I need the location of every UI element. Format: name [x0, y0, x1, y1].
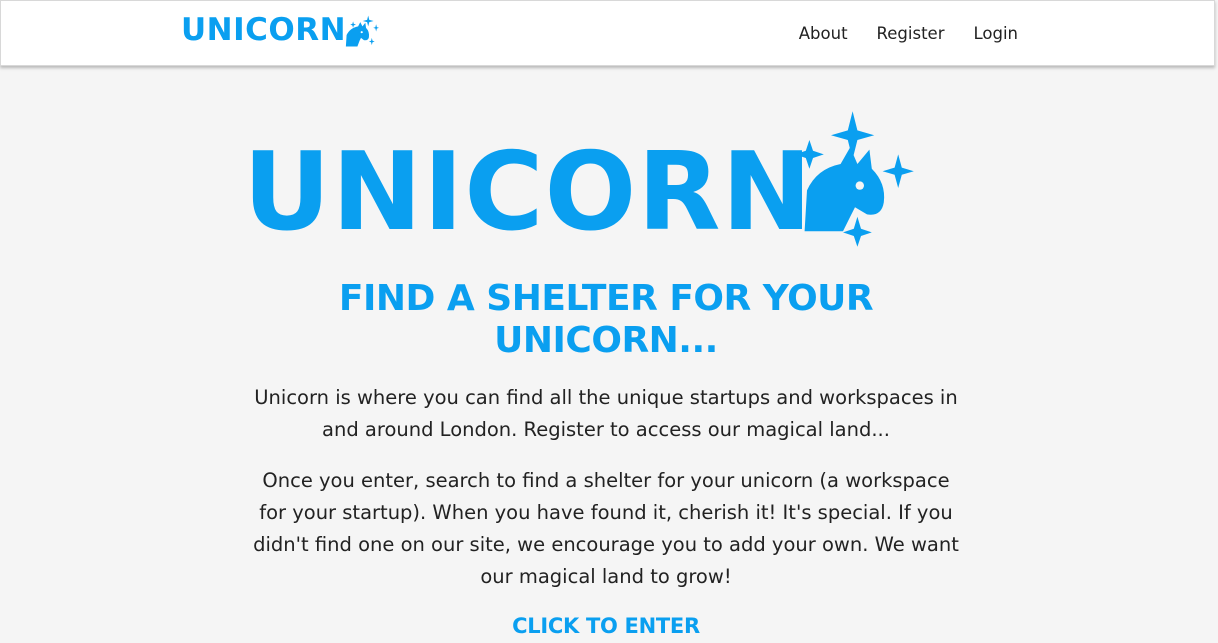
instructions-paragraph: Once you enter, search to find a shelter… — [253, 469, 959, 588]
nav-register-link[interactable]: Register — [877, 24, 945, 43]
intro-paragraph: Unicorn is where you can find all the un… — [254, 386, 958, 441]
brand-home-link[interactable]: UNICORN — [181, 12, 380, 48]
nav-links: About Register Login — [770, 1, 1018, 65]
hero-logo: UNICORN — [243, 111, 915, 253]
brand-name: UNICORN — [181, 12, 347, 48]
main-content: UNICORN FIND A SHELTER FOR YOUR UNICORN.… — [0, 65, 1213, 643]
unicorn-logo-icon — [345, 15, 380, 47]
navbar: UNICORN About Register Login — [0, 0, 1215, 66]
page-headline: FIND A SHELTER FOR YOUR UNICORN... — [338, 278, 874, 361]
hero-title: UNICORN — [243, 130, 813, 255]
nav-login-link[interactable]: Login — [973, 24, 1018, 43]
click-to-enter-link[interactable]: CLICK TO ENTER — [456, 613, 756, 639]
unicorn-head-sparkles-icon — [794, 111, 914, 247]
nav-about-link[interactable]: About — [799, 24, 848, 43]
